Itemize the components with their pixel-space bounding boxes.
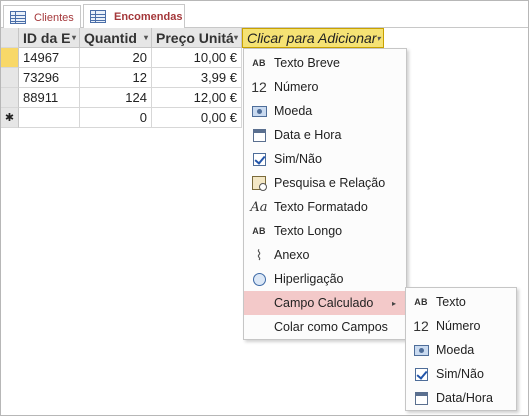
cell-preco[interactable]: 0,00 € bbox=[152, 108, 242, 128]
calculated-field-submenu: AB Texto 12 Número Moeda Sim/Não Data/Ho… bbox=[405, 287, 517, 411]
calendar-icon bbox=[252, 128, 266, 142]
chevron-down-icon[interactable]: ▾ bbox=[234, 33, 238, 42]
calendar-icon bbox=[414, 391, 428, 405]
tab-encomendas[interactable]: Encomendas bbox=[83, 4, 185, 29]
menu-item-moeda[interactable]: Moeda bbox=[244, 99, 406, 123]
cell-id[interactable]: 88911 bbox=[19, 88, 80, 108]
cell-preco[interactable]: 12,00 € bbox=[152, 88, 242, 108]
number-icon: 12 bbox=[413, 318, 429, 334]
row-selector[interactable] bbox=[1, 48, 19, 68]
submenu-item-moeda[interactable]: Moeda bbox=[406, 338, 516, 362]
menu-item-texto-breve[interactable]: AB Texto Breve bbox=[244, 51, 406, 75]
table-icon bbox=[10, 11, 26, 24]
globe-icon bbox=[252, 272, 266, 286]
chevron-down-icon[interactable]: ▾ bbox=[72, 33, 76, 42]
column-header-id[interactable]: ID da E ▾ bbox=[19, 28, 80, 48]
cell-id[interactable]: 73296 bbox=[19, 68, 80, 88]
currency-icon bbox=[251, 105, 267, 117]
tab-clientes[interactable]: Clientes bbox=[3, 5, 81, 29]
menu-item-campo-calculado[interactable]: Campo Calculado ▸ bbox=[244, 291, 406, 315]
paperclip-icon: ⌇ bbox=[255, 246, 263, 263]
number-icon: 12 bbox=[251, 79, 267, 95]
submenu-item-sim-nao[interactable]: Sim/Não bbox=[406, 362, 516, 386]
chevron-down-icon[interactable]: ▾ bbox=[144, 33, 148, 42]
column-header-label: Clicar para Adicionar bbox=[247, 30, 377, 46]
cell-quantidade[interactable]: 20 bbox=[80, 48, 152, 68]
row-selector[interactable] bbox=[1, 88, 19, 108]
ab-icon: AB bbox=[414, 297, 428, 307]
menu-item-anexo[interactable]: ⌇ Anexo bbox=[244, 243, 406, 267]
checkbox-icon bbox=[252, 152, 266, 166]
ab-icon: AB bbox=[252, 226, 266, 236]
menu-item-texto-formatado[interactable]: Aa Texto Formatado bbox=[244, 195, 406, 219]
object-tab-strip: Clientes Encomendas bbox=[1, 1, 528, 29]
ab-icon: AB bbox=[252, 58, 266, 68]
new-record-selector[interactable]: ✱ bbox=[1, 108, 19, 128]
cell-quantidade[interactable]: 0 bbox=[80, 108, 152, 128]
table-icon bbox=[90, 10, 106, 23]
menu-item-pesquisa-relacao[interactable]: Pesquisa e Relação bbox=[244, 171, 406, 195]
field-type-menu: AB Texto Breve 12 Número Moeda Data e Ho… bbox=[243, 48, 407, 340]
cell-quantidade[interactable]: 12 bbox=[80, 68, 152, 88]
cell-id[interactable] bbox=[19, 108, 80, 128]
submenu-item-data-hora[interactable]: Data/Hora bbox=[406, 386, 516, 410]
tab-label: Encomendas bbox=[114, 10, 183, 23]
select-all-corner[interactable] bbox=[1, 28, 19, 48]
chevron-down-icon[interactable]: ▾ bbox=[376, 34, 380, 43]
menu-item-sim-nao[interactable]: Sim/Não bbox=[244, 147, 406, 171]
cell-preco[interactable]: 10,00 € bbox=[152, 48, 242, 68]
lookup-icon bbox=[252, 176, 267, 191]
cell-preco[interactable]: 3,99 € bbox=[152, 68, 242, 88]
cell-quantidade[interactable]: 124 bbox=[80, 88, 152, 108]
row-selector[interactable] bbox=[1, 68, 19, 88]
menu-item-colar-como-campos[interactable]: Colar como Campos bbox=[244, 315, 406, 339]
menu-item-data-hora[interactable]: Data e Hora bbox=[244, 123, 406, 147]
formatted-text-icon: Aa bbox=[250, 199, 268, 215]
column-header-preco-unitario[interactable]: Preço Unitá ▾ bbox=[152, 28, 242, 48]
column-header-label: ID da E bbox=[23, 29, 71, 46]
checkbox-icon bbox=[414, 367, 428, 381]
column-header-label: Preço Unitá bbox=[156, 29, 234, 46]
column-header-quantidade[interactable]: Quantid ▾ bbox=[80, 28, 152, 48]
datasheet-window: Clientes Encomendas ID da E ▾ Quantid ▾ … bbox=[0, 0, 529, 416]
submenu-arrow-icon: ▸ bbox=[391, 298, 396, 308]
submenu-item-texto[interactable]: AB Texto bbox=[406, 290, 516, 314]
submenu-item-numero[interactable]: 12 Número bbox=[406, 314, 516, 338]
menu-item-hiperligacao[interactable]: Hiperligação bbox=[244, 267, 406, 291]
cell-id[interactable]: 14967 bbox=[19, 48, 80, 68]
menu-item-numero[interactable]: 12 Número bbox=[244, 75, 406, 99]
menu-item-texto-longo[interactable]: AB Texto Longo bbox=[244, 219, 406, 243]
column-header-add-field[interactable]: Clicar para Adicionar ▾ bbox=[242, 28, 384, 48]
tab-label: Clientes bbox=[34, 11, 74, 24]
column-header-label: Quantid bbox=[84, 29, 137, 46]
currency-icon bbox=[413, 344, 429, 356]
